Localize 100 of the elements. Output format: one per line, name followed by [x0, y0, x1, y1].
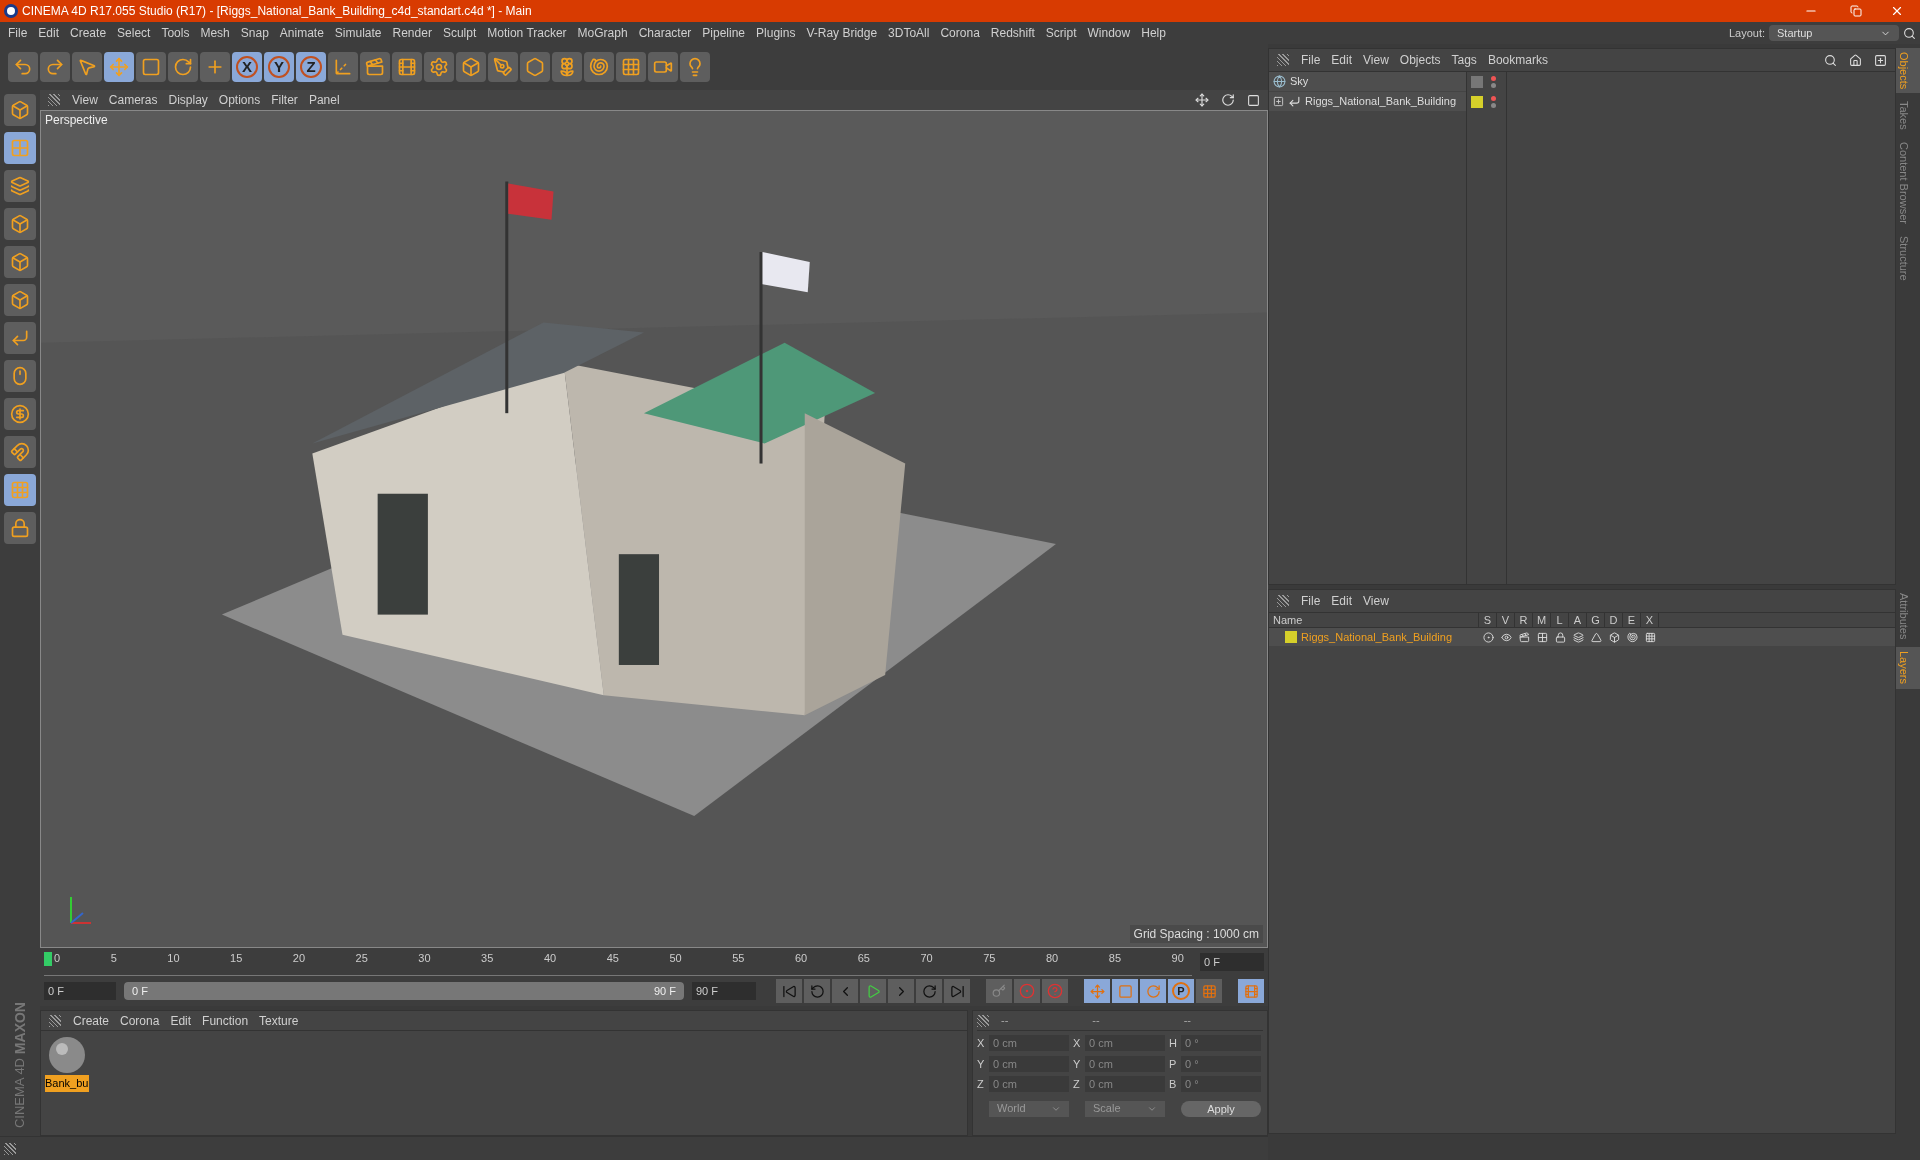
tool-button[interactable] — [648, 52, 678, 82]
tool-button[interactable] — [584, 52, 614, 82]
object-row[interactable]: Sky — [1269, 72, 1466, 92]
menu-item[interactable]: Filter — [271, 91, 298, 109]
key-mode-button[interactable]: P — [1168, 979, 1194, 1003]
menu-item[interactable]: Display — [168, 91, 208, 109]
value-field[interactable]: 0 cm — [989, 1035, 1069, 1052]
panel-tab[interactable]: Objects — [1896, 48, 1920, 94]
menu-item[interactable]: Script — [1045, 24, 1077, 42]
tool-button[interactable] — [680, 52, 710, 82]
menu-item[interactable]: Bookmarks — [1487, 51, 1548, 69]
menu-item[interactable]: File — [1301, 592, 1321, 610]
tool-button[interactable] — [4, 208, 36, 240]
axis-lock-button[interactable]: X — [232, 52, 262, 82]
clapperboard-icon[interactable] — [1518, 631, 1530, 643]
dot-icon[interactable] — [1482, 631, 1494, 643]
menu-item[interactable]: Edit — [38, 24, 60, 42]
pan-icon[interactable] — [1195, 93, 1209, 107]
menu-item[interactable]: Panel — [308, 91, 340, 109]
menu-item[interactable]: Window — [1087, 24, 1131, 42]
transport-button[interactable] — [776, 979, 802, 1003]
tool-button[interactable] — [4, 512, 36, 544]
tool-button[interactable] — [8, 52, 38, 82]
menu-item[interactable]: Character — [638, 24, 692, 42]
tool-button[interactable] — [328, 52, 358, 82]
key-mode-button[interactable] — [1196, 979, 1222, 1003]
tool-button[interactable] — [168, 52, 198, 82]
menu-item[interactable]: View — [1363, 592, 1389, 610]
menu-item[interactable]: Select — [117, 24, 151, 42]
tool-button[interactable] — [4, 170, 36, 202]
maximize-icon[interactable] — [1247, 93, 1260, 107]
tool-button[interactable] — [72, 52, 102, 82]
object-row[interactable]: Riggs_National_Bank_Building — [1269, 92, 1466, 112]
key-button[interactable] — [986, 979, 1012, 1003]
transport-button[interactable] — [888, 979, 914, 1003]
menu-item[interactable]: Edit — [170, 1011, 192, 1030]
start-frame-field[interactable]: 0 F — [44, 982, 116, 1000]
viewport[interactable]: Perspective Grid Spacing : 1000 cm — [40, 110, 1268, 948]
menu-item[interactable]: File — [8, 24, 28, 42]
home-icon[interactable] — [1849, 53, 1862, 67]
tool-button[interactable] — [4, 94, 36, 126]
menu-item[interactable]: Pipeline — [702, 24, 746, 42]
eye-icon[interactable] — [1500, 631, 1512, 643]
tool-button[interactable] — [40, 52, 70, 82]
menu-item[interactable]: Create — [70, 24, 107, 42]
stack-icon[interactable] — [1572, 631, 1584, 643]
menu-item[interactable]: Cameras — [108, 91, 158, 109]
menu-item[interactable]: Tools — [161, 24, 190, 42]
menu-item[interactable]: Corona — [120, 1011, 160, 1030]
search-icon[interactable] — [1824, 53, 1837, 67]
menu-item[interactable]: Function — [202, 1011, 249, 1030]
menu-item[interactable]: Edit — [1331, 51, 1353, 69]
menu-item[interactable]: 3DToAll — [888, 24, 930, 42]
value-field[interactable]: 0 ° — [1181, 1055, 1261, 1072]
menu-item[interactable]: Edit — [1331, 592, 1353, 610]
tool-button[interactable] — [4, 436, 36, 468]
lock-icon[interactable] — [1554, 631, 1566, 643]
panel-tab[interactable]: Content Browser — [1896, 138, 1920, 228]
menu-item[interactable]: Sculpt — [442, 24, 477, 42]
value-field[interactable]: 0 ° — [1181, 1035, 1261, 1052]
tool-button[interactable] — [4, 284, 36, 316]
tool-button[interactable] — [4, 322, 36, 354]
panel-tab[interactable]: Structure — [1896, 232, 1920, 285]
menu-item[interactable]: View — [1363, 51, 1389, 69]
value-field[interactable]: 0 ° — [1181, 1076, 1261, 1093]
layout-dropdown[interactable]: Startup — [1769, 25, 1899, 41]
value-field[interactable]: 0 cm — [989, 1055, 1069, 1072]
menu-item[interactable]: Corona — [940, 24, 980, 42]
value-field[interactable]: 0 cm — [1085, 1076, 1165, 1093]
menu-item[interactable]: Render — [392, 24, 432, 42]
transport-button[interactable] — [804, 979, 830, 1003]
menu-item[interactable]: V-Ray Bridge — [806, 24, 878, 42]
value-field[interactable]: 0 cm — [1085, 1035, 1165, 1052]
menu-item[interactable]: Mesh — [200, 24, 230, 42]
tool-button[interactable] — [616, 52, 646, 82]
layer-row[interactable]: Riggs_National_Bank_Building — [1269, 628, 1895, 646]
tool-button[interactable] — [4, 398, 36, 430]
value-field[interactable]: 0 cm — [1085, 1055, 1165, 1072]
axis-lock-button[interactable]: Z — [296, 52, 326, 82]
transport-button[interactable] — [860, 979, 886, 1003]
menu-item[interactable]: File — [1301, 51, 1321, 69]
orbit-icon[interactable] — [1221, 93, 1235, 107]
menu-item[interactable]: Snap — [240, 24, 269, 42]
transport-button[interactable] — [944, 979, 970, 1003]
expand-icon[interactable] — [1273, 96, 1284, 107]
menu-item[interactable]: Plugins — [756, 24, 796, 42]
menu-item[interactable]: Create — [73, 1011, 110, 1030]
menu-item[interactable]: View — [72, 91, 98, 109]
end-frame-field[interactable]: 90 F — [692, 982, 756, 1000]
restore-icon[interactable] — [1850, 5, 1862, 17]
menu-item[interactable]: Objects — [1399, 51, 1441, 69]
tool-button[interactable] — [136, 52, 166, 82]
tool-button[interactable] — [4, 246, 36, 278]
tool-button[interactable] — [520, 52, 550, 82]
search-icon[interactable] — [1903, 26, 1916, 40]
value-field[interactable]: 0 cm — [989, 1076, 1069, 1093]
new-panel-icon[interactable] — [1874, 53, 1887, 67]
menu-item[interactable]: Animate — [279, 24, 324, 42]
frame-field[interactable]: 0 F — [1200, 953, 1264, 971]
apply-button[interactable]: Apply — [1181, 1100, 1261, 1117]
